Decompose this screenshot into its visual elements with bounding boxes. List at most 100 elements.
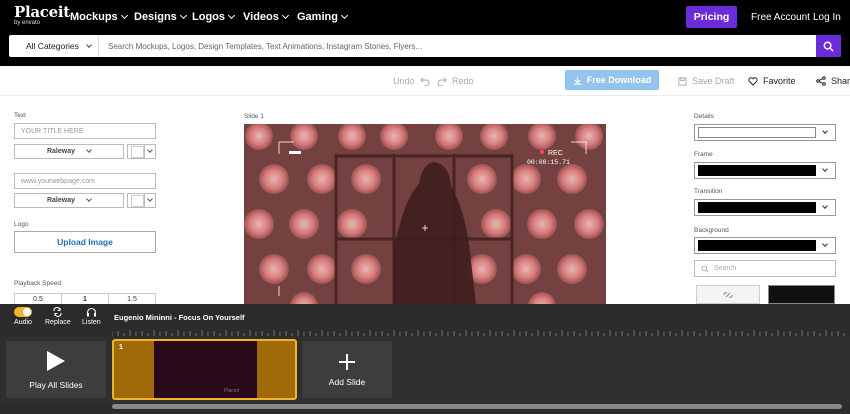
search-button[interactable] [816, 35, 841, 57]
nav-logos-label: Logos [192, 11, 225, 23]
search-icon [701, 264, 709, 273]
logo-section-label: Logo [14, 221, 29, 228]
audio-toggle[interactable]: Audio [14, 307, 32, 326]
undo-button[interactable]: Undo [393, 76, 430, 86]
background-option-dark[interactable] [768, 285, 835, 304]
add-slide-button[interactable]: Add Slide [302, 341, 392, 398]
undo-icon [419, 77, 429, 86]
top-navigation-bar: Placeit by envato Mockups Designs Logos … [0, 0, 850, 34]
save-draft-label: Save Draft [692, 76, 735, 86]
headphones-icon [86, 307, 96, 317]
chevron-down-icon [86, 41, 92, 48]
pricing-button[interactable]: Pricing [686, 6, 737, 28]
slide-number: 1 [119, 344, 123, 351]
logo-text: Placeit [14, 3, 70, 21]
chevron-down-icon [822, 166, 828, 172]
unlink-icon [723, 291, 733, 298]
frame-label: Frame [694, 151, 713, 158]
replace-audio-button[interactable]: Replace [45, 307, 71, 326]
favorite-label: Favorite [763, 76, 796, 86]
slide-thumbnail-1[interactable]: 1 Placeit [112, 339, 297, 400]
category-dropdown[interactable]: All Categories [9, 35, 99, 57]
details-label: Details [694, 113, 714, 120]
transition-select[interactable] [694, 199, 836, 216]
video-preview[interactable]: REC 00:08:15.71 [244, 124, 606, 304]
nav-mockups-label: Mockups [70, 11, 118, 23]
search-input[interactable]: Search Mockups, Logos, Design Templates,… [99, 35, 816, 57]
timecode: 00:08:15.71 [527, 159, 570, 166]
chevron-down-icon [86, 196, 92, 202]
frame-value [698, 165, 816, 176]
favorite-button[interactable]: Favorite [748, 76, 796, 86]
background-none-option[interactable] [696, 285, 760, 304]
listen-button[interactable]: Listen [82, 307, 101, 326]
background-search-input[interactable]: Search [694, 260, 836, 277]
chevron-down-icon [340, 11, 348, 20]
font-select-website[interactable]: Raleway [14, 193, 124, 208]
website-text-input[interactable]: www.yourwebpage.com [14, 173, 156, 189]
placeit-logo[interactable]: Placeit by envato [14, 3, 70, 27]
font-select-title[interactable]: Raleway [14, 144, 124, 159]
play-all-slides-button[interactable]: Play All Slides [6, 341, 106, 398]
frame-select[interactable] [694, 162, 836, 179]
nav-gaming[interactable]: Gaming [297, 11, 348, 23]
text-section-label: Text [14, 112, 26, 119]
search-icon [823, 41, 834, 52]
color-swatch [131, 145, 144, 158]
audio-waveform[interactable] [112, 324, 850, 336]
title-color-picker[interactable] [127, 144, 156, 159]
upload-image-button[interactable]: Upload Image [14, 231, 156, 253]
chevron-down-icon [822, 203, 828, 209]
share-button[interactable]: Share [816, 76, 850, 86]
nav-designs-label: Designs [134, 11, 177, 23]
color-dropdown[interactable] [143, 194, 155, 207]
font-select-title-label: Raleway [46, 148, 76, 155]
nav-mockups[interactable]: Mockups [70, 11, 128, 23]
nav-logos[interactable]: Logos [192, 11, 236, 23]
font-select-website-label: Raleway [46, 197, 76, 204]
chevron-down-icon [86, 147, 92, 153]
toggle-switch[interactable] [14, 307, 32, 317]
save-draft-button[interactable]: Save Draft [678, 76, 735, 86]
website-color-picker[interactable] [127, 193, 156, 208]
audio-row: Audio Replace Listen Eugenio Mininni - F… [0, 304, 850, 336]
timeline-scrollbar[interactable] [112, 404, 842, 409]
color-dropdown[interactable] [143, 145, 155, 158]
slides-strip: Play All Slides 1 Placeit Add Slide [0, 336, 850, 406]
nav-gaming-label: Gaming [297, 11, 338, 23]
redo-label: Redo [452, 76, 474, 86]
track-title: Eugenio Mininni - Focus On Yourself [114, 313, 245, 322]
undo-label: Undo [393, 76, 415, 86]
slide-thumbnail-image [154, 341, 257, 398]
free-account-link[interactable]: Free Account [751, 12, 810, 23]
slide-label: Slide 1 [244, 113, 264, 120]
redo-button[interactable]: Redo [437, 76, 474, 86]
title-text-input[interactable]: YOUR TITLE HERE [14, 123, 156, 139]
play-icon [47, 350, 65, 371]
preview-image: REC 00:08:15.71 [244, 124, 606, 304]
details-value [698, 127, 816, 138]
login-link[interactable]: Log In [813, 12, 841, 23]
transition-value [698, 202, 816, 213]
replace-label: Replace [45, 319, 71, 326]
nav-designs[interactable]: Designs [134, 11, 187, 23]
download-icon [573, 76, 581, 85]
details-select[interactable] [694, 124, 836, 141]
chevron-down-icon [147, 196, 153, 202]
background-select[interactable] [694, 237, 836, 254]
background-label: Background [694, 227, 729, 234]
nav-videos-label: Videos [243, 11, 279, 23]
slide-watermark: Placeit [224, 388, 240, 394]
transition-label: Transition [694, 188, 723, 195]
search-row: All Categories Search Mockups, Logos, De… [0, 34, 850, 66]
playback-speed-label: Playback Speed [14, 280, 61, 287]
nav-videos[interactable]: Videos [243, 11, 289, 23]
search-bar: All Categories Search Mockups, Logos, De… [9, 35, 841, 57]
chevron-down-icon [120, 11, 128, 20]
chevron-down-icon [179, 11, 187, 20]
category-label: All Categories [26, 41, 79, 51]
replace-icon [53, 307, 62, 317]
rec-indicator: REC [548, 150, 563, 157]
free-download-button[interactable]: Free Download [565, 70, 659, 90]
plus-icon [339, 353, 355, 370]
